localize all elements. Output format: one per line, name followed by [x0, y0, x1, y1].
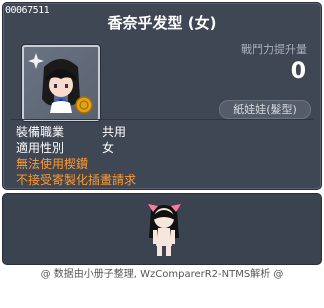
warning-no-gem: 無法使用楔鑽 [16, 157, 89, 171]
character-preview-panel [2, 193, 322, 265]
hair-item-icon [28, 53, 93, 114]
item-tooltip: 00067511 香奈乎发型 (女) 戰鬥力提升量 0 紙娃娃(髮型) 裝備職業… [2, 2, 322, 190]
req-value-job: 共用 [102, 125, 127, 139]
req-label-job: 裝備職業 [16, 125, 65, 139]
req-label-gender: 適用性別 [16, 141, 65, 155]
item-title: 香奈乎发型 (女) [107, 14, 217, 32]
warning-no-custom: 不接受寄製化插畫請求 [16, 173, 137, 187]
divider [11, 119, 313, 120]
req-value-gender: 女 [102, 141, 115, 155]
combat-power-value: 0 [290, 59, 306, 84]
combat-power-label: 戰鬥力提升量 [241, 43, 307, 56]
category-badge: 紙娃娃(髮型) [219, 100, 311, 119]
item-icon-frame [22, 45, 100, 121]
footer-credit: @ 数据由小册子整理, WzComparerR2-NTMS解析 @ [40, 269, 284, 280]
character-preview-icon [148, 204, 181, 256]
